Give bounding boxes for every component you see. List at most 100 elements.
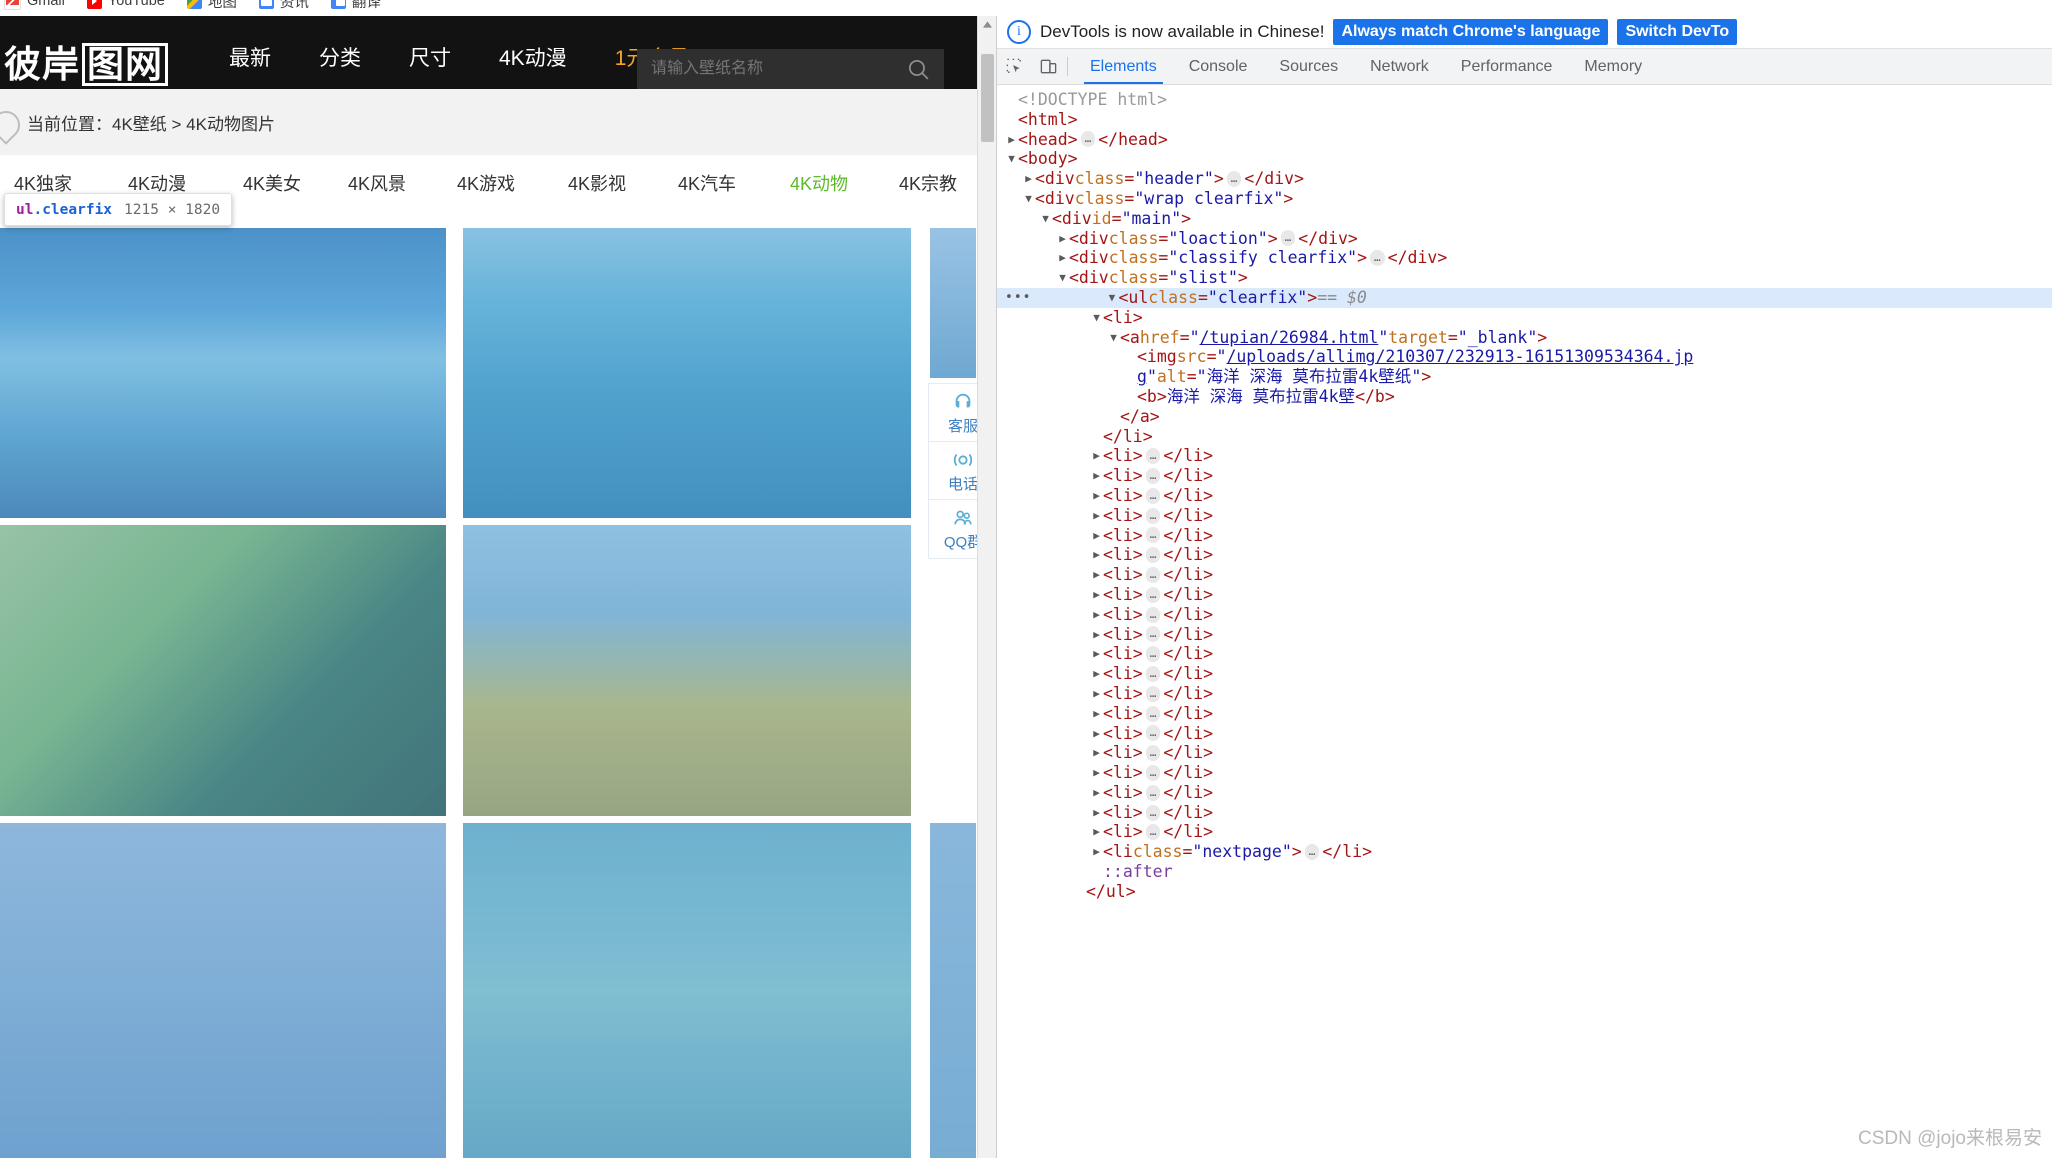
bookmark-news[interactable]: 资讯 (259, 0, 309, 12)
disclosure-triangle-icon[interactable] (1022, 189, 1035, 209)
disclosure-triangle-icon[interactable] (1090, 308, 1103, 328)
disclosure-triangle-icon[interactable] (1090, 605, 1103, 625)
category-item-6[interactable]: 4K影视 (568, 170, 626, 196)
dom-tree[interactable]: <!DOCTYPE html><html><head>…</head><body… (997, 84, 2052, 1158)
category-item-9[interactable]: 4K宗教 (899, 170, 957, 196)
disclosure-triangle-icon[interactable] (1005, 130, 1018, 150)
disclosure-triangle-icon[interactable] (1090, 743, 1103, 763)
disclosure-triangle-icon[interactable] (1090, 842, 1103, 862)
dom-line[interactable]: <li>…</li> (997, 466, 2052, 486)
disclosure-triangle-icon[interactable] (1090, 526, 1103, 546)
search-input[interactable] (637, 59, 892, 79)
dom-line[interactable]: <li>…</li> (997, 625, 2052, 645)
dom-line[interactable]: <img src="/uploads/allimg/210307/232913-… (997, 347, 2052, 367)
dom-line[interactable]: </li> (997, 427, 2052, 447)
page-scrollbar[interactable] (977, 16, 996, 1158)
bookmark-maps[interactable]: 地图 (187, 0, 237, 12)
dom-line[interactable]: <li>…</li> (997, 526, 2052, 546)
dom-line[interactable]: •••<ul class="clearfix"> == $0 (997, 288, 2052, 308)
dom-line[interactable]: <li>…</li> (997, 724, 2052, 744)
grid-item[interactable] (463, 823, 911, 1158)
dom-line[interactable]: <html> (997, 110, 2052, 130)
dom-line[interactable]: </a> (997, 407, 2052, 427)
tab-network[interactable]: Network (1354, 49, 1445, 84)
dom-line[interactable]: <li>…</li> (997, 763, 2052, 783)
disclosure-triangle-icon[interactable] (1022, 169, 1035, 189)
dom-line[interactable]: ::after (997, 862, 2052, 882)
disclosure-triangle-icon[interactable] (1056, 229, 1069, 249)
grid-item[interactable] (0, 823, 446, 1158)
search-icon[interactable] (892, 49, 944, 89)
search-box[interactable] (637, 49, 944, 89)
disclosure-triangle-icon[interactable] (1005, 149, 1018, 169)
dom-line[interactable]: <li>…</li> (997, 446, 2052, 466)
category-item-4[interactable]: 4K风景 (348, 170, 406, 196)
nav-item-latest[interactable]: 最新 (205, 42, 295, 72)
category-item-8[interactable]: 4K动物 (790, 170, 848, 196)
dom-line[interactable]: <div class="loaction">…</div> (997, 229, 2052, 249)
dom-line[interactable]: <head>…</head> (997, 130, 2052, 150)
dom-line[interactable]: <body> (997, 149, 2052, 169)
disclosure-triangle-icon[interactable] (1090, 664, 1103, 684)
scrollbar-thumb[interactable] (981, 54, 994, 142)
disclosure-triangle-icon[interactable] (1090, 803, 1103, 823)
dom-line[interactable]: <li>…</li> (997, 743, 2052, 763)
disclosure-triangle-icon[interactable] (1090, 565, 1103, 585)
dom-line[interactable]: <div class="wrap clearfix"> (997, 189, 2052, 209)
dom-line[interactable]: </ul> (997, 882, 2052, 902)
inspect-element-icon[interactable] (997, 49, 1031, 84)
disclosure-triangle-icon[interactable] (1090, 446, 1103, 466)
disclosure-triangle-icon[interactable] (1039, 209, 1052, 229)
bookmark-youtube[interactable]: YouTube (87, 0, 165, 9)
nav-item-4k-anime[interactable]: 4K动漫 (475, 42, 591, 72)
dom-line[interactable]: <div class="classify clearfix">…</div> (997, 248, 2052, 268)
dom-line[interactable]: <li>…</li> (997, 803, 2052, 823)
grid-item[interactable] (0, 228, 446, 518)
dom-line[interactable]: <!DOCTYPE html> (997, 90, 2052, 110)
bookmark-gmail[interactable]: Gmail (4, 0, 65, 10)
dom-line[interactable]: <div class="slist"> (997, 268, 2052, 288)
disclosure-triangle-icon[interactable] (1090, 585, 1103, 605)
nav-item-size[interactable]: 尺寸 (385, 42, 475, 72)
dom-line[interactable]: <b>海洋 深海 莫布拉雷4k壁</b> (997, 387, 2052, 407)
disclosure-triangle-icon[interactable] (1056, 268, 1069, 288)
dom-line[interactable]: <li>…</li> (997, 783, 2052, 803)
dom-line[interactable]: <li>…</li> (997, 664, 2052, 684)
dom-line[interactable]: <li>…</li> (997, 704, 2052, 724)
disclosure-triangle-icon[interactable] (1090, 763, 1103, 783)
bookmark-translate[interactable]: 翻译 (331, 0, 381, 12)
tab-performance[interactable]: Performance (1445, 49, 1569, 84)
grid-item[interactable] (0, 525, 446, 816)
dom-line[interactable]: <li>…</li> (997, 506, 2052, 526)
tab-elements[interactable]: Elements (1074, 49, 1173, 84)
tab-memory[interactable]: Memory (1568, 49, 1658, 84)
device-toolbar-icon[interactable] (1031, 49, 1065, 84)
dom-line[interactable]: <li>…</li> (997, 605, 2052, 625)
dom-line[interactable]: <li>…</li> (997, 585, 2052, 605)
dom-line[interactable]: <li>…</li> (997, 644, 2052, 664)
disclosure-triangle-icon[interactable] (1090, 486, 1103, 506)
nav-item-category[interactable]: 分类 (295, 42, 385, 72)
dom-line[interactable]: <div id="main"> (997, 209, 2052, 229)
category-item-5[interactable]: 4K游戏 (457, 170, 515, 196)
disclosure-triangle-icon[interactable] (1090, 684, 1103, 704)
grid-item[interactable] (463, 525, 911, 816)
dom-line[interactable]: <li>…</li> (997, 822, 2052, 842)
disclosure-triangle-icon[interactable] (1090, 644, 1103, 664)
grid-item[interactable] (463, 228, 911, 518)
dom-line[interactable]: <div class="header">…</div> (997, 169, 2052, 189)
disclosure-triangle-icon[interactable] (1090, 466, 1103, 486)
tab-sources[interactable]: Sources (1263, 49, 1354, 84)
disclosure-triangle-icon[interactable] (1090, 724, 1103, 744)
always-match-language-button[interactable]: Always match Chrome's language (1333, 19, 1608, 45)
disclosure-triangle-icon[interactable] (1105, 288, 1118, 308)
category-item-7[interactable]: 4K汽车 (678, 170, 736, 196)
dom-line[interactable]: <li>…</li> (997, 684, 2052, 704)
dom-line[interactable]: <li class="nextpage">…</li> (997, 842, 2052, 862)
scroll-up-arrow-icon[interactable] (978, 16, 996, 33)
site-logo[interactable]: 彼岸图网 (0, 42, 172, 86)
category-item-2[interactable]: 4K动漫 (128, 170, 186, 196)
tab-console[interactable]: Console (1173, 49, 1264, 84)
dom-line[interactable]: <a href="/tupian/26984.html" target="_bl… (997, 328, 2052, 348)
dom-line[interactable]: <li>…</li> (997, 565, 2052, 585)
